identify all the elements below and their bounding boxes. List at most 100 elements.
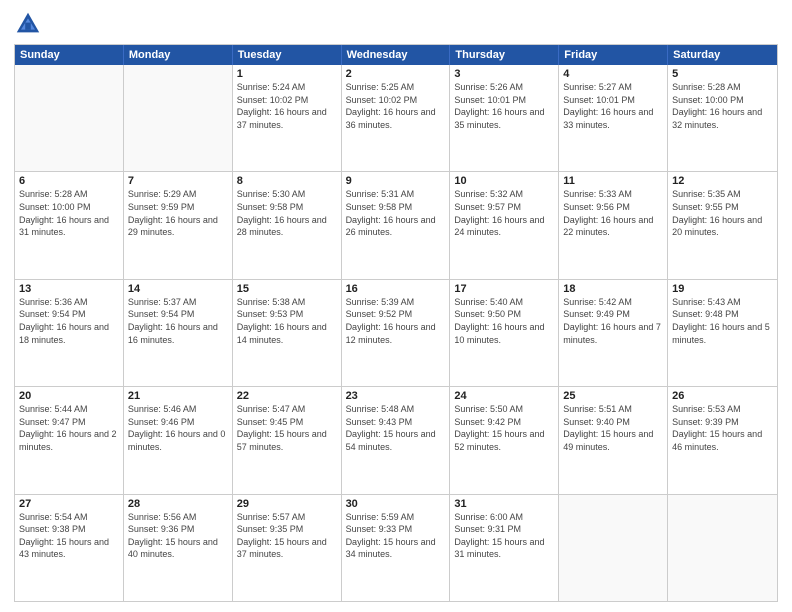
cal-cell: 14Sunrise: 5:37 AM Sunset: 9:54 PM Dayli… [124,280,233,386]
day-number: 9 [346,175,446,187]
day-info: Sunrise: 5:35 AM Sunset: 9:55 PM Dayligh… [672,188,773,238]
cal-week-2: 6Sunrise: 5:28 AM Sunset: 10:00 PM Dayli… [15,172,777,279]
day-number: 1 [237,68,337,80]
cal-header-friday: Friday [559,45,668,65]
cal-cell: 23Sunrise: 5:48 AM Sunset: 9:43 PM Dayli… [342,387,451,493]
day-info: Sunrise: 5:33 AM Sunset: 9:56 PM Dayligh… [563,188,663,238]
day-info: Sunrise: 5:31 AM Sunset: 9:58 PM Dayligh… [346,188,446,238]
day-number: 18 [563,283,663,295]
day-number: 17 [454,283,554,295]
cal-cell: 29Sunrise: 5:57 AM Sunset: 9:35 PM Dayli… [233,495,342,601]
day-number: 23 [346,390,446,402]
day-number: 16 [346,283,446,295]
cal-cell: 4Sunrise: 5:27 AM Sunset: 10:01 PM Dayli… [559,65,668,171]
day-info: Sunrise: 5:38 AM Sunset: 9:53 PM Dayligh… [237,296,337,346]
cal-cell: 21Sunrise: 5:46 AM Sunset: 9:46 PM Dayli… [124,387,233,493]
day-info: Sunrise: 5:50 AM Sunset: 9:42 PM Dayligh… [454,403,554,453]
day-info: Sunrise: 5:29 AM Sunset: 9:59 PM Dayligh… [128,188,228,238]
day-number: 13 [19,283,119,295]
day-info: Sunrise: 5:37 AM Sunset: 9:54 PM Dayligh… [128,296,228,346]
day-info: Sunrise: 5:25 AM Sunset: 10:02 PM Daylig… [346,81,446,131]
day-info: Sunrise: 5:44 AM Sunset: 9:47 PM Dayligh… [19,403,119,453]
cal-cell: 17Sunrise: 5:40 AM Sunset: 9:50 PM Dayli… [450,280,559,386]
day-info: Sunrise: 5:47 AM Sunset: 9:45 PM Dayligh… [237,403,337,453]
cal-cell: 30Sunrise: 5:59 AM Sunset: 9:33 PM Dayli… [342,495,451,601]
day-number: 25 [563,390,663,402]
day-info: Sunrise: 5:27 AM Sunset: 10:01 PM Daylig… [563,81,663,131]
cal-cell [15,65,124,171]
day-info: Sunrise: 5:56 AM Sunset: 9:36 PM Dayligh… [128,511,228,561]
cal-header-wednesday: Wednesday [342,45,451,65]
day-info: Sunrise: 5:28 AM Sunset: 10:00 PM Daylig… [672,81,773,131]
day-number: 30 [346,498,446,510]
header [14,10,778,38]
cal-header-monday: Monday [124,45,233,65]
cal-cell: 27Sunrise: 5:54 AM Sunset: 9:38 PM Dayli… [15,495,124,601]
day-number: 29 [237,498,337,510]
day-number: 15 [237,283,337,295]
day-number: 28 [128,498,228,510]
cal-cell: 8Sunrise: 5:30 AM Sunset: 9:58 PM Daylig… [233,172,342,278]
day-number: 21 [128,390,228,402]
day-info: Sunrise: 5:54 AM Sunset: 9:38 PM Dayligh… [19,511,119,561]
cal-cell: 22Sunrise: 5:47 AM Sunset: 9:45 PM Dayli… [233,387,342,493]
cal-cell: 16Sunrise: 5:39 AM Sunset: 9:52 PM Dayli… [342,280,451,386]
day-info: Sunrise: 5:39 AM Sunset: 9:52 PM Dayligh… [346,296,446,346]
day-number: 7 [128,175,228,187]
day-number: 2 [346,68,446,80]
cal-cell: 26Sunrise: 5:53 AM Sunset: 9:39 PM Dayli… [668,387,777,493]
cal-cell: 2Sunrise: 5:25 AM Sunset: 10:02 PM Dayli… [342,65,451,171]
day-number: 22 [237,390,337,402]
day-number: 11 [563,175,663,187]
day-info: Sunrise: 5:57 AM Sunset: 9:35 PM Dayligh… [237,511,337,561]
day-number: 6 [19,175,119,187]
day-number: 31 [454,498,554,510]
day-info: Sunrise: 5:30 AM Sunset: 9:58 PM Dayligh… [237,188,337,238]
day-number: 26 [672,390,773,402]
day-info: Sunrise: 5:48 AM Sunset: 9:43 PM Dayligh… [346,403,446,453]
day-info: Sunrise: 6:00 AM Sunset: 9:31 PM Dayligh… [454,511,554,561]
day-number: 27 [19,498,119,510]
cal-cell: 28Sunrise: 5:56 AM Sunset: 9:36 PM Dayli… [124,495,233,601]
day-info: Sunrise: 5:40 AM Sunset: 9:50 PM Dayligh… [454,296,554,346]
cal-cell: 6Sunrise: 5:28 AM Sunset: 10:00 PM Dayli… [15,172,124,278]
cal-cell: 12Sunrise: 5:35 AM Sunset: 9:55 PM Dayli… [668,172,777,278]
day-number: 24 [454,390,554,402]
day-info: Sunrise: 5:26 AM Sunset: 10:01 PM Daylig… [454,81,554,131]
cal-cell: 15Sunrise: 5:38 AM Sunset: 9:53 PM Dayli… [233,280,342,386]
cal-week-3: 13Sunrise: 5:36 AM Sunset: 9:54 PM Dayli… [15,280,777,387]
cal-cell: 31Sunrise: 6:00 AM Sunset: 9:31 PM Dayli… [450,495,559,601]
cal-cell: 18Sunrise: 5:42 AM Sunset: 9:49 PM Dayli… [559,280,668,386]
day-info: Sunrise: 5:53 AM Sunset: 9:39 PM Dayligh… [672,403,773,453]
day-info: Sunrise: 5:51 AM Sunset: 9:40 PM Dayligh… [563,403,663,453]
day-number: 8 [237,175,337,187]
day-info: Sunrise: 5:43 AM Sunset: 9:48 PM Dayligh… [672,296,773,346]
cal-cell: 1Sunrise: 5:24 AM Sunset: 10:02 PM Dayli… [233,65,342,171]
cal-week-1: 1Sunrise: 5:24 AM Sunset: 10:02 PM Dayli… [15,65,777,172]
day-number: 14 [128,283,228,295]
day-number: 3 [454,68,554,80]
cal-cell: 19Sunrise: 5:43 AM Sunset: 9:48 PM Dayli… [668,280,777,386]
calendar-header: SundayMondayTuesdayWednesdayThursdayFrid… [15,45,777,65]
day-number: 19 [672,283,773,295]
cal-cell: 9Sunrise: 5:31 AM Sunset: 9:58 PM Daylig… [342,172,451,278]
cal-cell: 10Sunrise: 5:32 AM Sunset: 9:57 PM Dayli… [450,172,559,278]
cal-cell [668,495,777,601]
calendar: SundayMondayTuesdayWednesdayThursdayFrid… [14,44,778,602]
cal-cell [124,65,233,171]
cal-header-thursday: Thursday [450,45,559,65]
day-info: Sunrise: 5:46 AM Sunset: 9:46 PM Dayligh… [128,403,228,453]
cal-cell: 5Sunrise: 5:28 AM Sunset: 10:00 PM Dayli… [668,65,777,171]
day-info: Sunrise: 5:36 AM Sunset: 9:54 PM Dayligh… [19,296,119,346]
day-number: 5 [672,68,773,80]
day-number: 10 [454,175,554,187]
cal-cell: 3Sunrise: 5:26 AM Sunset: 10:01 PM Dayli… [450,65,559,171]
cal-cell: 25Sunrise: 5:51 AM Sunset: 9:40 PM Dayli… [559,387,668,493]
day-info: Sunrise: 5:28 AM Sunset: 10:00 PM Daylig… [19,188,119,238]
day-number: 4 [563,68,663,80]
cal-cell: 20Sunrise: 5:44 AM Sunset: 9:47 PM Dayli… [15,387,124,493]
logo [14,10,46,38]
cal-cell: 7Sunrise: 5:29 AM Sunset: 9:59 PM Daylig… [124,172,233,278]
cal-header-tuesday: Tuesday [233,45,342,65]
cal-week-4: 20Sunrise: 5:44 AM Sunset: 9:47 PM Dayli… [15,387,777,494]
